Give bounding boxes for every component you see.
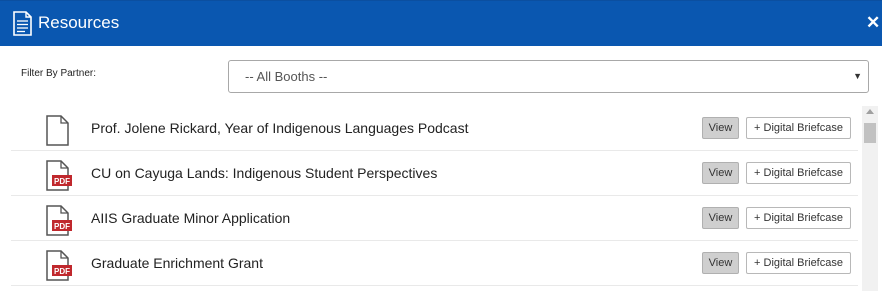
resource-title: Prof. Jolene Rickard, Year of Indigenous…: [91, 120, 469, 136]
scroll-up-arrow-icon[interactable]: [866, 109, 874, 114]
resource-title: Graduate Enrichment Grant: [91, 255, 263, 271]
view-button[interactable]: View: [702, 162, 739, 184]
add-to-briefcase-button[interactable]: + Digital Briefcase: [746, 252, 851, 274]
partner-filter-select[interactable]: -- All Booths -- ▼: [228, 60, 869, 93]
pdf-icon: PDF: [46, 205, 72, 236]
chevron-down-icon: ▼: [853, 71, 862, 81]
add-to-briefcase-button[interactable]: + Digital Briefcase: [746, 162, 851, 184]
pdf-badge: PDF: [54, 177, 70, 186]
close-icon[interactable]: ✕: [866, 13, 880, 33]
add-to-briefcase-button[interactable]: + Digital Briefcase: [746, 207, 851, 229]
scrollbar-thumb[interactable]: [864, 123, 876, 143]
resource-row: PDF CU on Cayuga Lands: Indigenous Stude…: [11, 151, 858, 196]
view-button[interactable]: View: [702, 117, 739, 139]
add-to-briefcase-button[interactable]: + Digital Briefcase: [746, 117, 851, 139]
resource-title: AIIS Graduate Minor Application: [91, 210, 291, 226]
pdf-icon: PDF: [46, 250, 72, 281]
resource-list: Prof. Jolene Rickard, Year of Indigenous…: [11, 106, 858, 291]
resource-row: PDF AIIS Graduate Minor Application View…: [11, 196, 858, 241]
filter-label: Filter By Partner:: [21, 68, 97, 79]
view-button[interactable]: View: [702, 252, 739, 274]
view-button[interactable]: View: [702, 207, 739, 229]
document-icon: [13, 11, 32, 36]
resource-row: Prof. Jolene Rickard, Year of Indigenous…: [11, 106, 858, 151]
pdf-badge: PDF: [54, 267, 70, 276]
resource-row: PDF Graduate Enrichment Grant View + Dig…: [11, 241, 858, 286]
modal-header: Resources ✕: [0, 0, 882, 46]
pdf-icon: PDF: [46, 160, 72, 191]
resource-title: CU on Cayuga Lands: Indigenous Student P…: [91, 165, 438, 181]
scrollbar[interactable]: [862, 106, 878, 291]
modal-title: Resources: [38, 13, 120, 32]
pdf-badge: PDF: [54, 222, 70, 231]
file-icon: [46, 115, 69, 146]
filter-selected-value: -- All Booths --: [245, 69, 328, 84]
